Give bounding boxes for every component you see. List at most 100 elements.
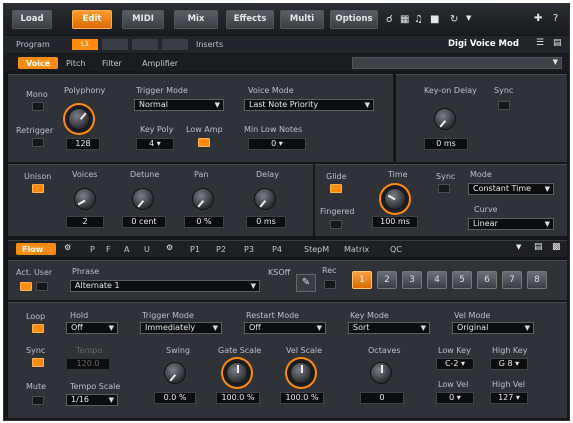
- mono-button[interactable]: [32, 102, 44, 111]
- modtab-flow[interactable]: Flow: [22, 245, 43, 254]
- subtab-voice[interactable]: Voice: [26, 59, 50, 68]
- low-key-value[interactable]: C-2 ▾: [436, 358, 474, 370]
- tab-edit[interactable]: Edit: [72, 10, 112, 29]
- chevron-down-icon[interactable]: ▼: [516, 243, 521, 251]
- program-slot-2[interactable]: [102, 39, 128, 50]
- glide-mode-dropdown[interactable]: Constant Time ▼: [468, 183, 554, 195]
- midi-note-icon[interactable]: ♫: [414, 14, 423, 25]
- pan-knob[interactable]: [192, 188, 214, 210]
- key-on-delay-value[interactable]: 0 ms: [424, 138, 468, 150]
- tab-options[interactable]: Options: [330, 10, 378, 29]
- modtab-p2[interactable]: P2: [216, 245, 226, 254]
- drag-phrase-icon[interactable]: ✎: [296, 274, 316, 292]
- fingered-button[interactable]: [330, 220, 342, 229]
- detune-value[interactable]: 0 cent: [122, 216, 166, 228]
- unison-button[interactable]: [32, 184, 44, 193]
- high-key-value[interactable]: G 8 ▾: [490, 358, 528, 370]
- phrase-slot-1[interactable]: 1: [352, 271, 372, 289]
- modtab-a[interactable]: A: [124, 245, 129, 254]
- tab-midi[interactable]: MIDI: [122, 10, 164, 29]
- vel-mode-dropdown[interactable]: Original ▼: [452, 322, 534, 334]
- pan-value[interactable]: 0 %: [184, 216, 224, 228]
- key-poly-value[interactable]: 4 ▾: [136, 138, 174, 150]
- modtab-p4[interactable]: P4: [272, 245, 282, 254]
- voice-mode-dropdown[interactable]: Last Note Priority ▼: [244, 99, 374, 111]
- tab-mix[interactable]: Mix: [174, 10, 218, 29]
- modtab-qc[interactable]: QC: [390, 245, 402, 254]
- user-button[interactable]: [36, 282, 48, 291]
- program-slot-3[interactable]: [132, 39, 158, 50]
- vel-scale-knob[interactable]: [290, 362, 312, 384]
- modtab-f[interactable]: F: [106, 245, 111, 254]
- gate-scale-knob[interactable]: [226, 362, 248, 384]
- settings-icon[interactable]: ⚙: [166, 243, 173, 252]
- phrase-slot-7[interactable]: 7: [502, 271, 522, 289]
- modtab-p3[interactable]: P3: [244, 245, 254, 254]
- delay-value[interactable]: 0 ms: [246, 216, 286, 228]
- menu-icon[interactable]: ☰: [536, 38, 544, 48]
- octaves-value[interactable]: 0: [360, 392, 404, 404]
- tab-load[interactable]: Load: [12, 10, 52, 29]
- arp-sync-button[interactable]: [32, 358, 44, 367]
- glide-time-knob[interactable]: [384, 188, 406, 210]
- subtab-pitch[interactable]: Pitch: [66, 59, 85, 68]
- subtab-filter[interactable]: Filter: [102, 59, 122, 68]
- loop-icon[interactable]: ↻: [450, 14, 458, 25]
- phrase-slot-6[interactable]: 6: [477, 271, 497, 289]
- polyphony-knob[interactable]: [68, 108, 90, 130]
- trash-icon[interactable]: ▩: [552, 242, 561, 252]
- low-amp-button[interactable]: [198, 138, 210, 147]
- phrase-slot-8[interactable]: 8: [527, 271, 547, 289]
- restart-mode-dropdown[interactable]: Off ▼: [244, 322, 326, 334]
- glide-curve-dropdown[interactable]: Linear ▼: [468, 218, 554, 230]
- phrase-slot-5[interactable]: 5: [452, 271, 472, 289]
- loop-button[interactable]: [32, 324, 44, 333]
- act-button[interactable]: [20, 282, 32, 291]
- tempo-scale-dropdown[interactable]: 1/16 ▼: [66, 394, 118, 406]
- program-slot-4[interactable]: [162, 39, 188, 50]
- glide-time-value[interactable]: 100 ms: [372, 216, 418, 228]
- detune-knob[interactable]: [132, 188, 154, 210]
- subtab-amplifier[interactable]: Amplifier: [142, 59, 178, 68]
- phrase-slot-3[interactable]: 3: [402, 271, 422, 289]
- program-slot-selected[interactable]: L1: [72, 39, 98, 50]
- arp-trigger-mode-dropdown[interactable]: Immediately ▼: [140, 322, 222, 334]
- tab-effects[interactable]: Effects: [226, 10, 274, 29]
- modtab-matrix[interactable]: Matrix: [344, 245, 369, 254]
- phrase-slot-2[interactable]: 2: [377, 271, 397, 289]
- chevron-down-icon[interactable]: ▼: [466, 14, 471, 22]
- save-icon[interactable]: ■: [430, 14, 439, 25]
- glide-sync-button[interactable]: [438, 184, 450, 193]
- voices-value[interactable]: 2: [66, 216, 104, 228]
- min-low-notes-value[interactable]: 0 ▾: [248, 138, 306, 150]
- high-vel-value[interactable]: 127 ▾: [490, 392, 528, 404]
- key-on-sync-button[interactable]: [498, 101, 510, 110]
- subpage-selector[interactable]: ▼: [352, 57, 562, 69]
- tools-icon[interactable]: ✚: [534, 13, 542, 24]
- page-icon[interactable]: ▤: [534, 242, 543, 252]
- voices-knob[interactable]: [74, 188, 96, 210]
- retrigger-button[interactable]: [32, 138, 44, 147]
- swing-value[interactable]: 0.0 %: [154, 392, 196, 404]
- swing-knob[interactable]: [164, 362, 186, 384]
- octaves-knob[interactable]: [370, 362, 392, 384]
- gate-scale-value[interactable]: 100.0 %: [216, 392, 260, 404]
- phrase-dropdown[interactable]: Alternate 1 ▼: [70, 280, 260, 292]
- tab-multi[interactable]: Multi: [280, 10, 324, 29]
- delay-knob[interactable]: [254, 188, 276, 210]
- low-vel-value[interactable]: 0 ▾: [436, 392, 474, 404]
- trigger-mode-dropdown[interactable]: Normal ▼: [134, 99, 224, 111]
- key-on-delay-knob[interactable]: [434, 108, 456, 130]
- browser-icon[interactable]: ▦: [400, 14, 409, 25]
- rec-button[interactable]: [324, 280, 336, 289]
- inserts-label[interactable]: Inserts: [196, 40, 223, 49]
- key-mode-dropdown[interactable]: Sort ▼: [348, 322, 430, 334]
- modtab-u[interactable]: U: [144, 245, 150, 254]
- modtab-stepm[interactable]: StepM: [304, 245, 329, 254]
- glide-button[interactable]: [330, 184, 342, 193]
- modtab-p[interactable]: P: [90, 245, 95, 254]
- vel-scale-value[interactable]: 100.0 %: [280, 392, 324, 404]
- hold-dropdown[interactable]: Off ▼: [66, 322, 118, 334]
- modtab-p1[interactable]: P1: [190, 245, 200, 254]
- undo-history-icon[interactable]: ☌: [386, 14, 393, 25]
